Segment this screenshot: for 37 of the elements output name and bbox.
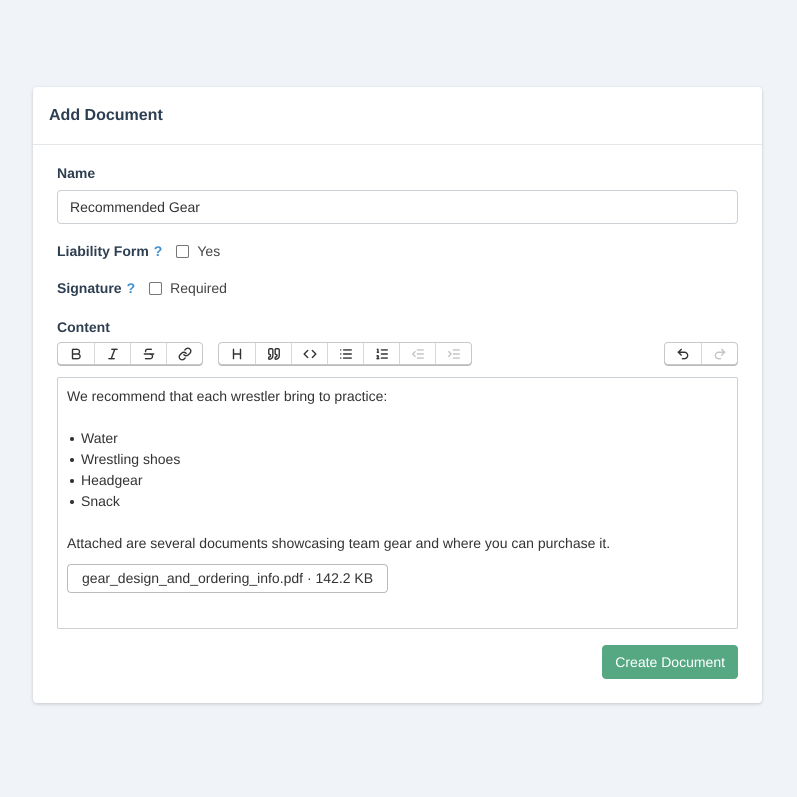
bullet-icon xyxy=(70,478,74,482)
checkbox-label: Yes xyxy=(197,242,220,260)
italic-icon xyxy=(106,346,120,360)
help-link[interactable]: ? xyxy=(126,278,136,298)
card-title: Add Document xyxy=(49,106,163,126)
outdent-icon xyxy=(410,346,424,360)
numbered-list-icon xyxy=(374,346,388,360)
field-label: Content xyxy=(57,318,110,337)
undo-icon xyxy=(676,346,690,360)
help-link[interactable]: ? xyxy=(154,240,162,262)
field-label: Name xyxy=(57,164,96,183)
content-editor[interactable] xyxy=(57,377,738,629)
list-item: Snack xyxy=(81,492,120,511)
list-item: Wrestling shoes xyxy=(81,450,180,469)
bullet-icon xyxy=(70,458,74,462)
paragraph: We recommend that each wrestler bring to practice: xyxy=(67,387,388,406)
bullet-list-icon xyxy=(338,346,352,360)
link-icon xyxy=(178,346,192,360)
checkbox-label: Required xyxy=(170,278,227,298)
quote-icon xyxy=(266,346,280,360)
indent-icon xyxy=(446,346,460,360)
bullet-icon xyxy=(70,500,74,504)
redo-icon xyxy=(712,346,726,360)
checkbox[interactable] xyxy=(149,282,162,294)
field-label: Signature xyxy=(57,278,122,298)
list-item: Headgear xyxy=(81,471,142,490)
bold-icon xyxy=(69,346,83,360)
create-document-button[interactable]: Create Document xyxy=(602,645,738,679)
attachment-chip[interactable]: gear_design_and_ordering_info.pdf · 142.2 KB xyxy=(67,564,388,593)
paragraph: Attached are several documents showcasing team gear and where you can purchase it. xyxy=(67,534,610,553)
bullet-icon xyxy=(70,436,74,440)
field-label: Liability Form xyxy=(57,242,149,261)
strikethrough-icon xyxy=(142,346,156,360)
name-field[interactable]: Recommended Gear xyxy=(57,190,738,224)
heading-icon xyxy=(230,346,244,360)
list-item: Water xyxy=(81,429,118,448)
checkbox[interactable] xyxy=(176,244,190,258)
